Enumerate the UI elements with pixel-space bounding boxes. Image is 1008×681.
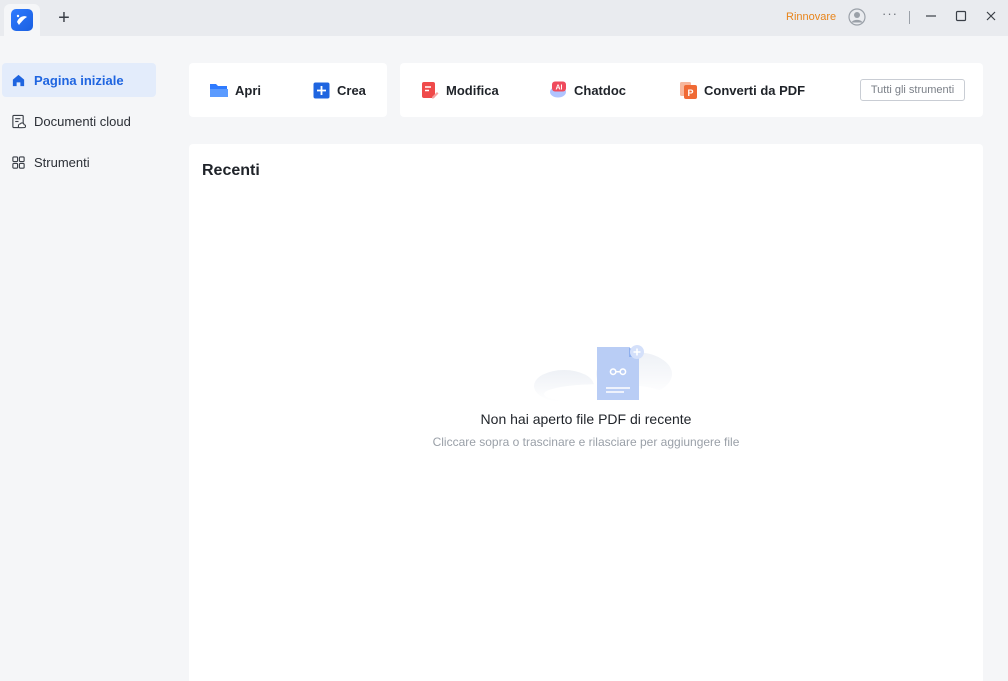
- quick-actions-card: Apri Crea: [189, 63, 387, 117]
- app-tab[interactable]: [4, 4, 40, 36]
- convert-badge-text: P: [687, 88, 693, 98]
- empty-state-subtitle: Cliccare sopra o trascinare e rilasciare…: [432, 435, 740, 449]
- sidebar: Pagina iniziale Documenti cloud Strument…: [0, 36, 162, 681]
- svg-text:⚯: ⚯: [610, 362, 627, 384]
- all-tools-button[interactable]: Tutti gli strumenti: [860, 79, 965, 101]
- grid-icon: [10, 154, 26, 170]
- ai-badge-text: AI: [556, 85, 563, 92]
- maximize-icon[interactable]: [954, 9, 968, 23]
- edit-doc-icon: [420, 80, 440, 100]
- cloud-doc-icon: [10, 113, 26, 129]
- ai-chat-icon: AI: [548, 80, 568, 100]
- sidebar-item-tools[interactable]: Strumenti: [2, 145, 156, 179]
- sidebar-item-home[interactable]: Pagina iniziale: [2, 63, 156, 97]
- sidebar-item-cloud-documents[interactable]: Documenti cloud: [2, 104, 156, 138]
- recent-panel[interactable]: Recenti ⚯ Non hai aperto file PDF di rec…: [189, 144, 983, 681]
- convert-pdf-icon: P: [678, 80, 698, 100]
- minimize-icon[interactable]: [924, 9, 938, 23]
- sidebar-item-label: Strumenti: [34, 154, 90, 170]
- chatdoc-button[interactable]: AI Chatdoc: [548, 63, 626, 117]
- new-tab-button[interactable]: +: [54, 8, 74, 28]
- open-button[interactable]: Apri: [209, 63, 261, 117]
- empty-state-title: Non hai aperto file PDF di recente: [480, 411, 692, 427]
- tools-card: Modifica AI Chatdoc P Converti da PDF Tu…: [400, 63, 983, 117]
- convert-label: Converti da PDF: [704, 82, 806, 98]
- user-avatar-icon[interactable]: [848, 8, 866, 26]
- home-icon: [10, 72, 26, 88]
- open-label: Apri: [235, 82, 261, 98]
- sidebar-item-label: Documenti cloud: [34, 113, 131, 129]
- chatdoc-label: Chatdoc: [574, 82, 626, 98]
- empty-pdf-illustration-icon: ⚯: [514, 334, 674, 404]
- more-options-icon[interactable]: ···: [882, 6, 898, 21]
- sidebar-item-label: Pagina iniziale: [34, 72, 124, 88]
- app-logo-icon: [11, 9, 33, 31]
- main-content: Apri Crea Modifica AI Chatdoc P Converti…: [162, 36, 1008, 681]
- title-bar: + Rinnovare ···: [0, 0, 1008, 36]
- recent-title: Recenti: [202, 162, 260, 179]
- create-button[interactable]: Crea: [311, 63, 366, 117]
- convert-pdf-button[interactable]: P Converti da PDF: [678, 63, 805, 117]
- renew-link[interactable]: Rinnovare: [786, 11, 836, 23]
- create-label: Crea: [337, 82, 366, 98]
- titlebar-divider: [909, 11, 910, 24]
- plus-square-icon: [311, 80, 331, 100]
- edit-label: Modifica: [446, 82, 499, 98]
- folder-icon: [209, 80, 229, 100]
- close-icon[interactable]: [984, 9, 998, 23]
- edit-button[interactable]: Modifica: [420, 63, 499, 117]
